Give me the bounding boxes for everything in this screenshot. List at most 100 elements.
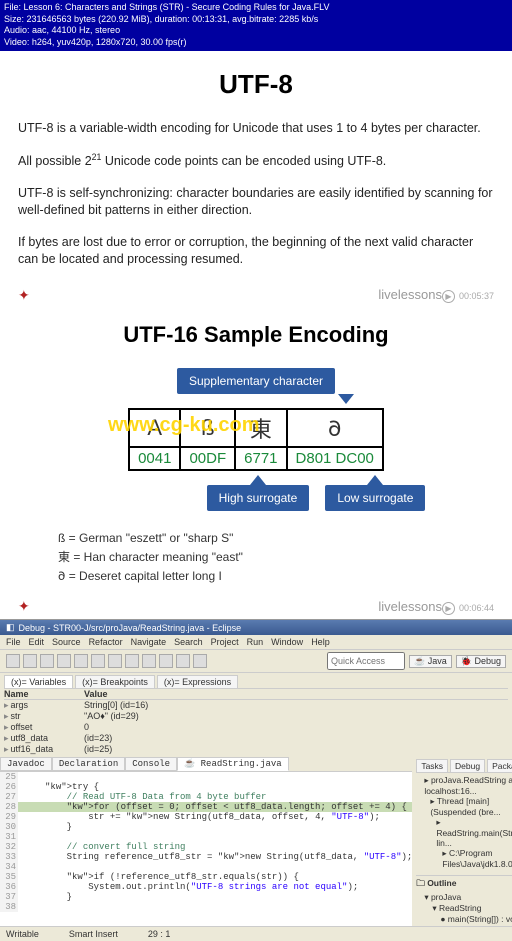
cell-hex-0: 0041 <box>129 447 180 470</box>
variables-view: (x)= Variables(x)= Breakpoints(x)= Expre… <box>0 673 512 757</box>
vars-col-value: Value <box>84 689 108 699</box>
outline-item[interactable]: ▾ proJava <box>416 892 512 903</box>
window-titlebar: ◧ Debug - STR00-J/src/proJava/ReadString… <box>0 620 512 635</box>
code-line[interactable]: 32 // convert full string <box>0 842 412 852</box>
menu-source[interactable]: Source <box>52 637 81 647</box>
slide2-title: UTF-16 Sample Encoding <box>18 322 494 348</box>
editor-tab[interactable]: Declaration <box>52 757 125 771</box>
variable-row[interactable]: ▸str"AO♦" (id=29) <box>4 711 508 722</box>
tool-icon[interactable] <box>108 654 122 668</box>
slide1-footer: ✦ livelessons▶00:05:37 <box>0 287 512 308</box>
outline-view: 🗀 Outline ▾ proJava▾ ReadString● main(St… <box>416 875 512 924</box>
play-icon: ▶ <box>442 290 455 303</box>
code-line[interactable]: 31 <box>0 832 412 842</box>
editor-tab[interactable]: Javadoc <box>0 757 52 771</box>
perspective-java[interactable]: ☕ Java <box>409 655 452 668</box>
code-line[interactable]: 27 // Read UTF-8 Data from 4 byte buffer <box>0 792 412 802</box>
code-line[interactable]: 26 "kw">try { <box>0 782 412 792</box>
tab-breakpoints[interactable]: (x)= Breakpoints <box>75 675 155 688</box>
tool-icon[interactable] <box>74 654 88 668</box>
cell-ch-3: 𐐀 <box>287 409 383 447</box>
tab-expressions[interactable]: (x)= Expressions <box>157 675 238 688</box>
tool-icon[interactable] <box>159 654 173 668</box>
tool-icon[interactable] <box>23 654 37 668</box>
code-line[interactable]: 29 str += "kw">new String(utf8_data, off… <box>0 812 412 822</box>
variable-row[interactable]: ▸offset0 <box>4 722 508 733</box>
debug-tab[interactable]: Debug <box>450 759 485 772</box>
right-sidebar: TasksDebugPackag... ▸ proJava.ReadString… <box>412 757 512 926</box>
status-bar: WritableSmart Insert29 : 1 <box>0 926 512 941</box>
livelessons-brand: livelessons▶00:05:37 <box>378 287 494 303</box>
menu-file[interactable]: File <box>6 637 21 647</box>
slide1-p1: UTF-8 is a variable-width encoding for U… <box>18 120 494 138</box>
arrow-up-icon <box>250 475 266 485</box>
def-east: 東 = Han character meaning "east" <box>58 548 494 567</box>
debug-tree-item[interactable]: ▸ ReadString.main(String[]) lin... <box>416 817 512 848</box>
variable-row[interactable]: ▸utf8_data(id=23) <box>4 733 508 744</box>
cell-ch-0: A <box>129 409 180 447</box>
status-item: 29 : 1 <box>148 929 171 939</box>
outline-item[interactable]: ▾ ReadString <box>416 903 512 914</box>
code-line[interactable]: 34 <box>0 862 412 872</box>
menu-edit[interactable]: Edit <box>29 637 45 647</box>
tool-icon[interactable] <box>193 654 207 668</box>
menu-window[interactable]: Window <box>271 637 303 647</box>
menu-navigate[interactable]: Navigate <box>131 637 167 647</box>
video-metadata: File: Lesson 6: Characters and Strings (… <box>0 0 512 51</box>
tool-icon[interactable] <box>40 654 54 668</box>
slide1-p2: All possible 221 Unicode code points can… <box>18 151 494 171</box>
publisher-logo-icon: ✦ <box>18 287 30 304</box>
menu-project[interactable]: Project <box>211 637 239 647</box>
code-line[interactable]: 35 "kw">if (!reference_utf8_str.equals(s… <box>0 872 412 882</box>
slide2-footer: ✦ livelessons▶00:06:44 <box>0 598 512 619</box>
def-eszett: ß = German "eszett" or "sharp S" <box>58 529 494 548</box>
meta-size: Size: 231646563 bytes (220.92 MiB), dura… <box>4 14 508 26</box>
encoding-table: A ß 東 𐐀 0041 00DF 6771 D801 DC00 <box>128 408 384 471</box>
perspective-debug[interactable]: 🐞 Debug <box>456 655 506 668</box>
code-line[interactable]: 33 String reference_utf8_str = "kw">new … <box>0 852 412 862</box>
outline-item[interactable]: ● main(String[]) : void <box>416 914 512 924</box>
debug-tab[interactable]: Packag... <box>487 759 512 772</box>
vars-col-name: Name <box>4 689 84 699</box>
tool-icon[interactable] <box>6 654 20 668</box>
menu-run[interactable]: Run <box>247 637 264 647</box>
variable-row[interactable]: ▸argsString[0] (id=16) <box>4 700 508 711</box>
code-line[interactable]: 37 } <box>0 892 412 902</box>
cell-ch-2: 東 <box>235 409 286 447</box>
meta-file: File: Lesson 6: Characters and Strings (… <box>4 2 508 14</box>
menu-bar: File Edit Source Refactor Navigate Search Proj… <box>0 635 512 650</box>
variable-row[interactable]: ▸utf16_data(id=25) <box>4 744 508 755</box>
editor-area: JavadocDeclarationConsole☕ ReadString.ja… <box>0 757 512 926</box>
tool-icon[interactable] <box>91 654 105 668</box>
slide1-title: UTF-8 <box>18 69 494 100</box>
tool-icon[interactable] <box>125 654 139 668</box>
status-item: Writable <box>6 929 39 939</box>
debug-tree-item[interactable]: ▸ proJava.ReadString at localhost:16... <box>416 775 512 796</box>
code-line[interactable]: 25 <box>0 772 412 782</box>
cell-hex-3: D801 DC00 <box>287 447 383 470</box>
character-definitions: ß = German "eszett" or "sharp S" 東 = Han… <box>58 529 494 587</box>
code-editor[interactable]: JavadocDeclarationConsole☕ ReadString.ja… <box>0 757 412 926</box>
callout-supplementary: Supplementary character <box>18 368 494 404</box>
code-line[interactable]: 38 <box>0 902 412 912</box>
menu-refactor[interactable]: Refactor <box>89 637 123 647</box>
slide1-p4: If bytes are lost due to error or corrup… <box>18 234 494 269</box>
debug-tree-item[interactable]: ▸ Thread [main] (Suspended (bre... <box>416 796 512 817</box>
editor-tab[interactable]: ☕ ReadString.java <box>177 757 289 771</box>
menu-help[interactable]: Help <box>311 637 330 647</box>
tool-icon[interactable] <box>142 654 156 668</box>
debug-tree-item[interactable]: ▸ C:\Program Files\Java\jdk1.8.0_05\... <box>416 848 512 869</box>
tab-variables[interactable]: (x)= Variables <box>4 675 73 688</box>
slide1-p3: UTF-8 is self-synchronizing: character b… <box>18 185 494 220</box>
code-line[interactable]: 28 "kw">for (offset = 0; offset < utf8_d… <box>0 802 412 812</box>
editor-tab[interactable]: Console <box>125 757 177 771</box>
slide-utf8: UTF-8 UTF-8 is a variable-width encoding… <box>0 51 512 287</box>
debug-tab[interactable]: Tasks <box>416 759 448 772</box>
eclipse-ide: ◧ Debug - STR00-J/src/proJava/ReadString… <box>0 619 512 941</box>
tool-icon[interactable] <box>57 654 71 668</box>
code-line[interactable]: 36 System.out.println("UTF-8 strings are… <box>0 882 412 892</box>
quick-access-input[interactable] <box>327 652 405 670</box>
code-line[interactable]: 30 } <box>0 822 412 832</box>
menu-search[interactable]: Search <box>174 637 203 647</box>
tool-icon[interactable] <box>176 654 190 668</box>
